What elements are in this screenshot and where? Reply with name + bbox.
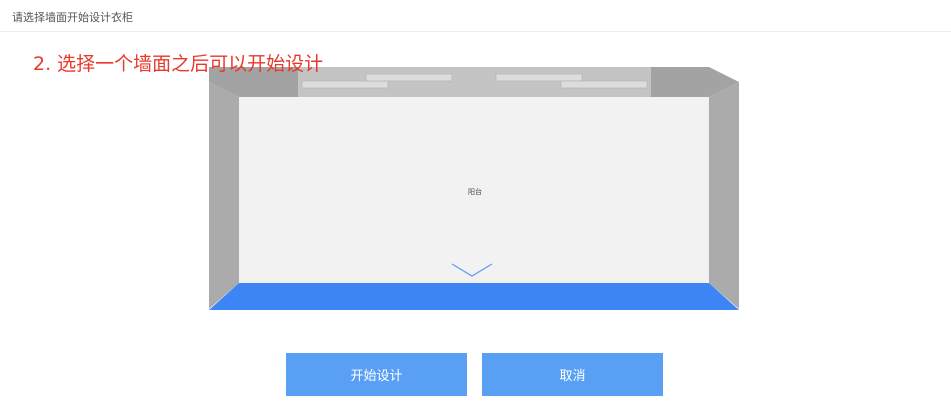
wall-right[interactable] [709,82,739,309]
instruction-hint: 2. 选择一个墙面之后可以开始设计 [33,53,324,75]
window-1 [301,80,389,89]
room-label: 阳台 [468,188,482,196]
wall-bottom-selected[interactable] [209,283,739,310]
cancel-button[interactable]: 取消 [482,353,663,396]
window-3 [495,73,583,82]
wall-left[interactable] [209,82,239,309]
start-design-button[interactable]: 开始设计 [286,353,467,396]
window-2 [365,73,453,82]
window-4 [560,80,648,89]
